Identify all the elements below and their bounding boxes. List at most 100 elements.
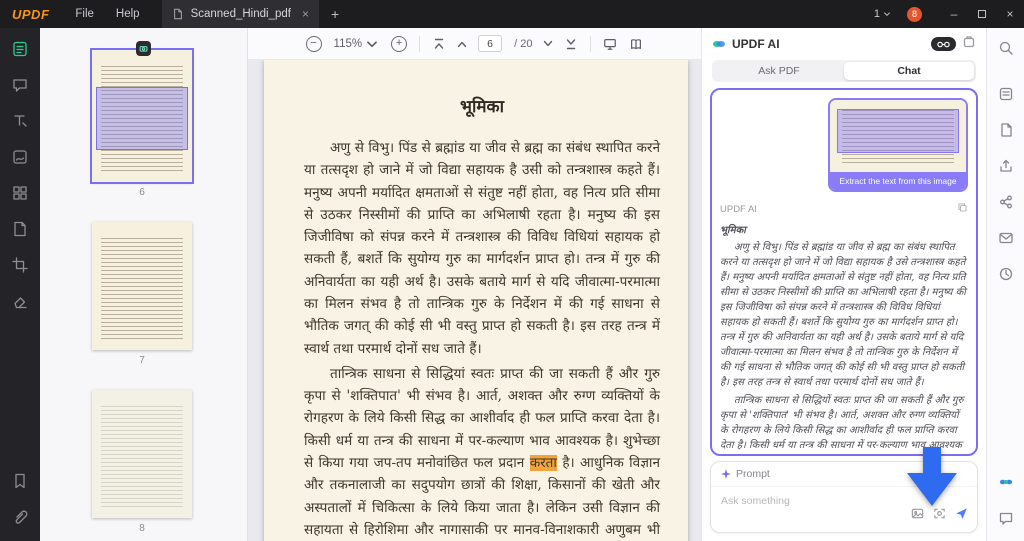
page-paragraph: तान्त्रिक साधना से सिद्धियां स्वतः प्राप… <box>304 363 660 541</box>
send-icon[interactable] <box>955 507 968 525</box>
tab-chat[interactable]: Chat <box>844 62 974 80</box>
share-icon[interactable] <box>998 194 1014 215</box>
highlighted-word: करता <box>530 455 557 471</box>
chevron-down-icon <box>883 10 891 18</box>
thumbnail-page-number: 6 <box>92 187 192 198</box>
response-author-label: UPDF AI <box>720 204 757 215</box>
fill-sign-icon[interactable] <box>11 148 29 171</box>
ai-panel-title: UPDF AI <box>732 37 780 51</box>
comment-panel-icon[interactable] <box>998 510 1014 531</box>
tab-close-icon[interactable]: × <box>302 7 309 21</box>
thumbnail-page-7[interactable]: 7 <box>92 222 192 366</box>
toolbar-divider <box>590 36 591 52</box>
page-total-label: / 20 <box>514 38 532 50</box>
add-image-icon[interactable] <box>911 507 924 525</box>
ai-response-text: भूमिका अणु से विभु। पिंड से ब्रह्मांड या… <box>720 223 968 456</box>
pdf-page: भूमिका अणु से विभु। पिंड से ब्रह्मांड या… <box>264 60 688 541</box>
presentation-mode-icon[interactable] <box>603 37 617 51</box>
response-paragraph: अणु से विभु। पिंड से ब्रह्मांड या जीव से… <box>720 240 968 390</box>
thumbnail-page-8-preview[interactable] <box>92 390 192 518</box>
user-message-text: Extract the text from this image <box>830 172 966 190</box>
sparkle-icon <box>721 469 731 479</box>
page-number-input[interactable] <box>478 35 502 52</box>
user-avatar[interactable]: 8 <box>907 7 922 22</box>
tab-file-icon <box>172 8 184 20</box>
screenshot-camera-badge[interactable] <box>136 41 151 56</box>
organize-pages-icon[interactable] <box>11 184 29 207</box>
menu-file[interactable]: File <box>75 8 94 20</box>
zoom-in-button[interactable]: + <box>391 36 407 52</box>
page-paragraph: अणु से विभु। पिंड से ब्रह्मांड या जीव से… <box>304 137 660 360</box>
history-icon[interactable] <box>998 266 1014 287</box>
updf-logo: UPDF <box>12 7 49 22</box>
page-edit-icon[interactable] <box>11 220 29 243</box>
maximize-icon <box>978 10 986 18</box>
previous-page-icon[interactable] <box>455 37 469 51</box>
ask-input[interactable] <box>711 487 876 515</box>
chevron-down-icon <box>365 37 379 51</box>
thumbnail-text-lines <box>101 403 183 508</box>
clear-history-icon[interactable] <box>962 35 976 54</box>
eraser-icon[interactable] <box>11 292 29 315</box>
thumbnail-page-7-preview[interactable] <box>92 222 192 350</box>
next-page-icon[interactable] <box>541 37 555 51</box>
window-count-dropdown[interactable]: 1 <box>874 8 891 20</box>
updf-app-window: UPDF File Help Scanned_Hindi_pdf × + 1 8… <box>0 0 1024 541</box>
thumbnail-panel: 6 7 8 <box>40 28 248 541</box>
bookmark-icon[interactable] <box>11 472 29 495</box>
ai-mode-tabs: Ask PDF Chat <box>712 60 976 82</box>
zoom-out-button[interactable]: − <box>306 36 322 52</box>
thumbnail-page-6-preview[interactable] <box>92 50 192 182</box>
ai-assistant-icon[interactable] <box>998 474 1014 495</box>
edit-text-icon[interactable] <box>11 112 29 135</box>
document-tab[interactable]: Scanned_Hindi_pdf × <box>162 0 319 28</box>
thumbnail-text-lines <box>101 235 183 340</box>
maximize-button[interactable] <box>968 7 996 21</box>
document-canvas: भूमिका अणु से विभु। पिंड से ब्रह्मांड या… <box>248 60 701 541</box>
first-page-icon[interactable] <box>432 37 446 51</box>
page-heading: भूमिका <box>304 94 660 117</box>
screenshot-capture-icon[interactable] <box>933 507 946 525</box>
two-page-view-icon[interactable] <box>629 37 643 51</box>
response-header: UPDF AI <box>720 200 968 218</box>
export-icon[interactable] <box>998 158 1014 179</box>
page-thumbnails-icon[interactable] <box>998 122 1014 143</box>
response-title: भूमिका <box>720 223 968 238</box>
prompt-label: Prompt <box>736 468 770 480</box>
toolbar-divider <box>419 36 420 52</box>
ai-goggles-icon[interactable] <box>931 37 956 51</box>
thumbnail-page-6[interactable]: 6 <box>92 50 192 198</box>
zoom-level-value: 115% <box>334 38 363 50</box>
document-toolbar: − 115% + / 20 <box>248 28 701 60</box>
titlebar: UPDF File Help Scanned_Hindi_pdf × + 1 8… <box>0 0 1024 28</box>
reader-mode-icon[interactable] <box>11 40 29 63</box>
attached-screenshot-image[interactable] <box>830 100 966 172</box>
zoom-level-dropdown[interactable]: 115% <box>334 37 380 51</box>
left-tool-rail <box>0 28 40 541</box>
thumbnail-page-number: 7 <box>92 355 192 366</box>
thumbnail-page-number: 8 <box>92 523 192 534</box>
prompt-actions <box>911 507 968 525</box>
comment-icon[interactable] <box>11 76 29 99</box>
ai-panel-header: UPDF AI <box>702 28 986 60</box>
menu-help[interactable]: Help <box>116 8 140 20</box>
screenshot-selection-overlay <box>96 87 188 150</box>
email-icon[interactable] <box>998 230 1014 251</box>
thumbnail-page-8[interactable]: 8 <box>92 390 192 534</box>
attachment-icon[interactable] <box>11 508 29 531</box>
minimize-button[interactable]: – <box>940 7 968 21</box>
close-window-button[interactable]: × <box>996 7 1024 21</box>
new-tab-button[interactable]: + <box>331 6 339 22</box>
annotation-list-icon[interactable] <box>998 86 1014 107</box>
search-icon[interactable] <box>998 40 1014 61</box>
right-tool-rail <box>986 28 1024 541</box>
crop-icon[interactable] <box>11 256 29 279</box>
window-count-value: 1 <box>874 8 880 20</box>
last-page-icon[interactable] <box>564 37 578 51</box>
document-column: − 115% + / 20 <box>248 28 701 541</box>
ai-chat-thread: Extract the text from this image UPDF AI… <box>710 88 978 456</box>
tab-ask-pdf[interactable]: Ask PDF <box>714 62 844 80</box>
updf-ai-logo-icon <box>712 37 726 51</box>
copy-icon[interactable] <box>957 200 968 218</box>
screenshot-selection-highlight <box>837 109 959 154</box>
